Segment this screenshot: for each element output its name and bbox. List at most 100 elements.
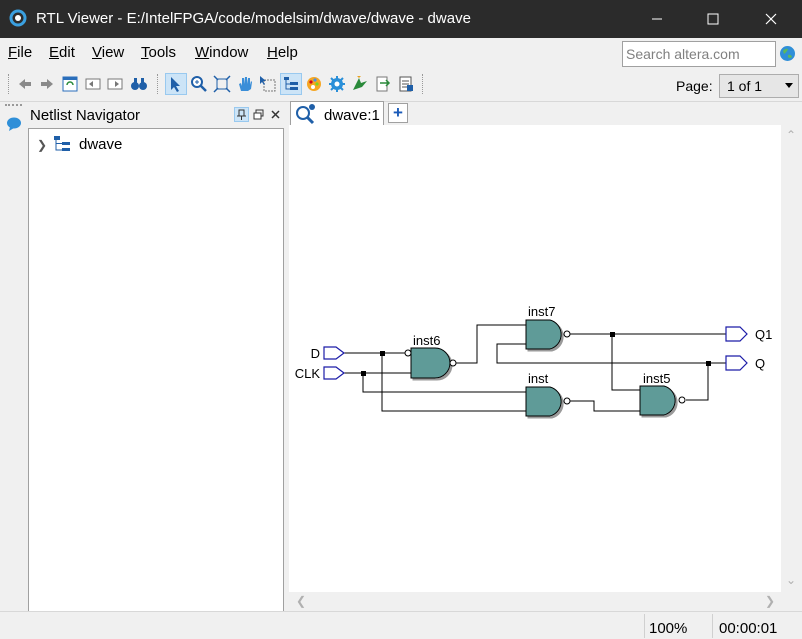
scroll-right-icon[interactable]: ❯ xyxy=(765,594,775,608)
tab-dwave[interactable]: dwave:1 xyxy=(290,101,384,126)
print-button[interactable] xyxy=(395,73,417,95)
export-icon xyxy=(376,76,391,92)
menu-tools[interactable]: Tools xyxy=(141,44,176,61)
minimize-button[interactable] xyxy=(634,0,680,38)
close-button[interactable] xyxy=(748,0,794,38)
back-arrow-icon xyxy=(19,79,31,89)
close-icon xyxy=(765,13,777,25)
schematic: D CLK Q1 Q inst6 inst7 inst inst5 xyxy=(295,304,772,417)
gear-icon xyxy=(329,76,345,92)
port-shape xyxy=(323,346,345,360)
tab-bar: dwave:1 + xyxy=(288,101,802,126)
area-select-button[interactable] xyxy=(257,73,279,95)
gate-inst5[interactable]: inst5 xyxy=(639,371,686,416)
menu-window-label: indow xyxy=(209,44,249,61)
junction xyxy=(361,371,366,376)
nand-body xyxy=(639,385,676,416)
netlist-navigator-panel: Netlist Navigator ❯ dwave xyxy=(28,103,284,612)
hierarchy-icon xyxy=(54,136,70,151)
menu-file[interactable]: File xyxy=(8,44,32,61)
junction xyxy=(380,351,385,356)
port-shape xyxy=(725,326,748,342)
chevron-right-icon[interactable]: ❯ xyxy=(37,138,47,152)
scroll-down-icon[interactable]: ⌄ xyxy=(786,573,796,587)
wire-inst-inst5 xyxy=(570,400,640,412)
output-port-q[interactable]: Q xyxy=(725,355,765,371)
app-icon xyxy=(9,9,27,27)
menu-view[interactable]: View xyxy=(92,44,124,61)
bird-icon xyxy=(353,76,367,90)
toolbar-grip xyxy=(8,74,11,94)
menu-view-label: iew xyxy=(101,44,125,61)
gate-inst7[interactable]: inst7 xyxy=(525,304,571,350)
scroll-up-icon[interactable]: ⌃ xyxy=(786,128,796,142)
panel-close-button[interactable] xyxy=(268,107,283,122)
menu-file-key: F xyxy=(8,44,18,61)
hierarchy-icon xyxy=(284,77,298,90)
find-button[interactable] xyxy=(128,73,150,95)
maximize-icon xyxy=(707,13,719,25)
zoom-tool-button[interactable] xyxy=(188,73,210,95)
minimize-icon xyxy=(652,18,662,20)
export-button[interactable] xyxy=(372,73,394,95)
status-bar: 100% 00:00:01 xyxy=(0,611,802,639)
hand-tool-button[interactable] xyxy=(234,73,256,95)
bird-icon-button[interactable] xyxy=(349,73,371,95)
menu-window-key: W xyxy=(195,44,210,61)
settings-button[interactable] xyxy=(326,73,348,95)
junction xyxy=(706,361,711,366)
area-select-icon xyxy=(260,76,276,92)
expand-button[interactable] xyxy=(104,73,126,95)
fit-window-button[interactable] xyxy=(211,73,233,95)
zoom-icon xyxy=(191,76,207,92)
tree-item-label: dwave xyxy=(79,136,123,153)
left-dock-strip xyxy=(0,102,27,612)
add-tab-button[interactable]: + xyxy=(388,103,408,123)
horizontal-scrollbar[interactable]: ❮ ❯ xyxy=(289,592,781,611)
vertical-scrollbar[interactable]: ⌃ ⌄ xyxy=(781,125,800,592)
globe-icon[interactable] xyxy=(779,45,796,62)
selection-tool-button[interactable] xyxy=(165,73,187,95)
toolbar-grip xyxy=(422,74,425,94)
menu-window[interactable]: Window xyxy=(195,44,248,61)
rtl-viewer-icon xyxy=(296,104,315,125)
refresh-button[interactable] xyxy=(59,73,81,95)
scroll-left-icon[interactable]: ❮ xyxy=(296,594,306,608)
chat-bubble-icon[interactable] xyxy=(5,115,23,133)
gate-inst6[interactable]: inst6 xyxy=(404,333,457,379)
input-port-d[interactable]: D xyxy=(311,346,345,361)
gate-inst[interactable]: inst xyxy=(525,371,571,417)
output-bubble xyxy=(678,396,686,404)
pin-button[interactable] xyxy=(234,107,249,122)
menu-edit-label: dit xyxy=(59,44,75,61)
collapse-button[interactable] xyxy=(82,73,104,95)
page-label: Page: xyxy=(676,78,713,94)
schematic-canvas[interactable]: D CLK Q1 Q inst6 inst7 inst inst5 xyxy=(289,125,781,592)
wire-clk-inst xyxy=(362,373,526,393)
netlist-navigator-button[interactable] xyxy=(280,73,302,95)
back-button[interactable] xyxy=(14,73,36,95)
output-bubble xyxy=(563,330,571,338)
menu-help-label: elp xyxy=(277,44,298,61)
menu-tools-key: T xyxy=(141,44,149,61)
menu-edit[interactable]: Edit xyxy=(49,44,75,61)
junction xyxy=(610,332,615,337)
port-label: D xyxy=(311,346,320,361)
chevron-down-icon[interactable] xyxy=(785,83,793,88)
menu-help-key: H xyxy=(267,44,278,61)
output-port-q1[interactable]: Q1 xyxy=(725,326,772,342)
search-input[interactable]: Search altera.com xyxy=(622,41,776,67)
document-icon xyxy=(399,76,413,92)
float-button[interactable] xyxy=(251,107,266,122)
color-settings-button[interactable] xyxy=(303,73,325,95)
forward-button[interactable] xyxy=(36,73,58,95)
input-port-clk[interactable]: CLK xyxy=(295,366,345,381)
port-label: Q xyxy=(755,356,765,371)
maximize-button[interactable] xyxy=(690,0,736,38)
status-divider xyxy=(712,614,713,638)
port-shape xyxy=(323,366,345,380)
zoom-level: 100% xyxy=(649,620,688,637)
forward-arrow-icon xyxy=(41,79,53,89)
elapsed-time: 00:00:01 xyxy=(719,620,778,637)
menu-help[interactable]: Help xyxy=(267,44,298,61)
